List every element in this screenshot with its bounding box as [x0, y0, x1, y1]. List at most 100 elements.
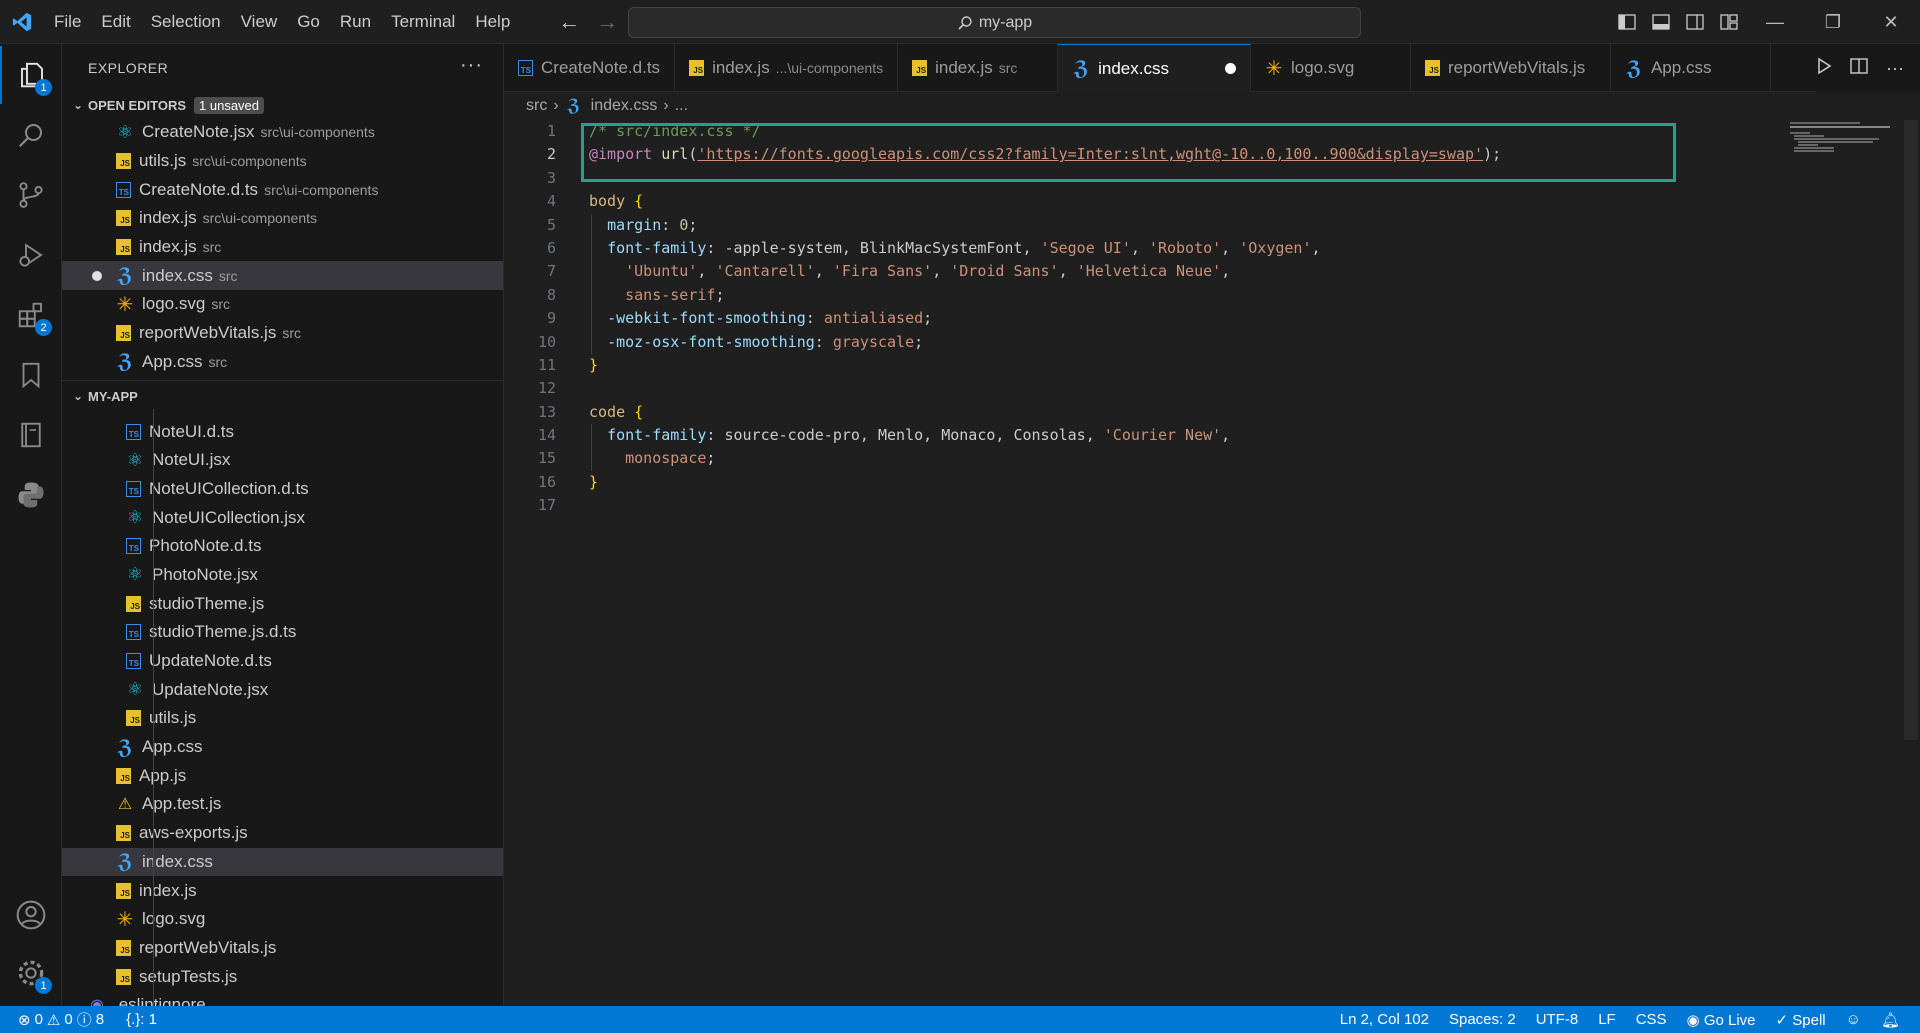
split-editor-icon[interactable] [1850, 57, 1868, 79]
tab-index-css[interactable]: ℨindex.css [1058, 44, 1251, 92]
manage-gear-icon[interactable]: 1 [0, 944, 62, 1002]
brace-status[interactable]: {.}: 1 [126, 1011, 157, 1028]
list-item[interactable]: JS utils.js src\ui-components [62, 147, 503, 176]
tab-app-css[interactable]: ℨ App.css [1611, 44, 1771, 92]
list-item[interactable]: JS utils.js [62, 704, 503, 733]
tab-index-js[interactable]: JS index.js src [898, 44, 1059, 92]
cursor-position[interactable]: Ln 2, Col 102 [1340, 1011, 1429, 1028]
list-item[interactable]: ℨindex.css src [62, 261, 503, 291]
code-line-6[interactable]: font-family: -apple-system, BlinkMacSyst… [589, 236, 1501, 261]
minimize-icon[interactable]: — [1746, 0, 1804, 44]
python-icon[interactable] [0, 466, 62, 524]
vertical-scrollbar[interactable] [1904, 120, 1918, 740]
run-debug-icon[interactable] [0, 226, 62, 284]
toggle-primary-sidebar-icon[interactable] [1610, 0, 1644, 44]
list-item[interactable]: JS studioTheme.js [62, 589, 503, 618]
code-line-17[interactable] [589, 494, 1501, 517]
list-item[interactable]: ⚛ NoteUICollection.jsx [62, 503, 503, 532]
list-item[interactable]: ⚛ PhotoNote.jsx [62, 561, 503, 590]
list-item[interactable]: ℨ App.css src [62, 348, 503, 377]
list-item[interactable]: JS setupTests.js [62, 962, 503, 991]
breadcrumb-file[interactable]: index.css [591, 97, 658, 115]
code-line-9[interactable]: -webkit-font-smoothing: antialiased; [589, 307, 1501, 331]
menu-go[interactable]: Go [287, 0, 330, 44]
unsaved-dot-icon[interactable] [92, 270, 102, 281]
menu-view[interactable]: View [231, 0, 288, 44]
menu-selection[interactable]: Selection [141, 0, 231, 44]
code-line-12[interactable] [589, 377, 1501, 400]
explorer-icon[interactable]: 1 [0, 46, 62, 104]
close-icon[interactable]: ✕ [1862, 0, 1920, 44]
list-item[interactable]: ✳ logo.svg src [62, 290, 503, 319]
tab-createnote-d-ts[interactable]: TS CreateNote.d.ts [504, 44, 676, 92]
menu-help[interactable]: Help [465, 0, 520, 44]
source-control-icon[interactable] [0, 166, 62, 224]
bookmark-icon[interactable] [0, 346, 62, 404]
code-line-14[interactable]: font-family: source-code-pro, Menlo, Mon… [589, 424, 1501, 448]
language-mode[interactable]: CSS [1636, 1011, 1667, 1028]
toggle-secondary-sidebar-icon[interactable] [1678, 0, 1712, 44]
restore-icon[interactable]: ❐ [1804, 0, 1862, 44]
notifications-bell-icon[interactable]: 🔔︎ [1881, 1011, 1900, 1029]
customize-layout-icon[interactable] [1712, 0, 1746, 44]
list-item[interactable]: ⚛ CreateNote.jsx src\ui-components [62, 118, 503, 147]
list-item[interactable]: JS reportWebVitals.js [62, 934, 503, 963]
tab-index-js[interactable]: JS index.js ...\ui-components [675, 44, 899, 92]
end-of-line[interactable]: LF [1598, 1011, 1616, 1028]
list-item[interactable]: JS index.js src [62, 233, 503, 262]
spell-check-button[interactable]: ✓ Spell [1776, 1011, 1826, 1029]
code-line-13[interactable]: code { [589, 401, 1501, 424]
indent-spaces[interactable]: Spaces: 2 [1449, 1011, 1516, 1028]
list-item[interactable]: TS PhotoNote.d.ts [62, 532, 503, 561]
tab-reportwebvitals-js[interactable]: JS reportWebVitals.js [1411, 44, 1611, 92]
unsaved-dot-icon[interactable] [1224, 63, 1236, 74]
code-line-11[interactable]: } [589, 354, 1501, 377]
extensions-icon[interactable]: 2 [0, 286, 62, 344]
accounts-icon[interactable] [0, 886, 62, 944]
list-item[interactable]: JS reportWebVitals.js src [62, 319, 503, 348]
breadcrumb-more[interactable]: ... [675, 97, 688, 115]
project-header[interactable]: ⌄ MY-APP [62, 383, 503, 409]
notebook-icon[interactable] [0, 406, 62, 464]
list-item[interactable]: JS index.js [62, 876, 503, 905]
minimap[interactable] [1790, 120, 1900, 180]
search-view-icon[interactable] [0, 106, 62, 164]
list-item[interactable]: TS NoteUICollection.d.ts [62, 475, 503, 504]
list-item[interactable]: TS CreateNote.d.ts src\ui-components [62, 175, 503, 204]
code-editor[interactable]: 1 2 3 4 5 6 7 8 9 10 11 12 13 14 15 16 17 /* src/index.c… [504, 120, 1904, 1006]
code-line-4[interactable]: body { [589, 190, 1501, 213]
list-item[interactable]: ℨindex.css [62, 847, 503, 877]
menu-file[interactable]: File [44, 0, 91, 44]
list-item[interactable]: ⚛ UpdateNote.jsx [62, 675, 503, 704]
code-line-15[interactable]: monospace; [589, 447, 1501, 471]
list-item-eslintignore[interactable]: ◉ .eslintignore [62, 991, 503, 1006]
list-item[interactable]: ⚠ App.test.js [62, 790, 503, 819]
run-icon[interactable] [1816, 57, 1832, 80]
list-item[interactable]: TS UpdateNote.d.ts [62, 647, 503, 676]
open-editors-header[interactable]: ⌄ OPEN EDITORS 1 unsaved [62, 92, 503, 118]
list-item[interactable]: TS NoteUI.d.ts [62, 417, 503, 446]
go-live-button[interactable]: ◉ Go Live [1687, 1011, 1756, 1029]
list-item[interactable]: JS aws-exports.js [62, 819, 503, 848]
file-encoding[interactable]: UTF-8 [1536, 1011, 1579, 1028]
feedback-icon[interactable]: ☺ [1846, 1011, 1861, 1028]
list-item[interactable]: ℨ App.css [62, 733, 503, 762]
forward-arrow-icon[interactable]: → [596, 9, 618, 35]
list-item[interactable]: TS studioTheme.js.d.ts [62, 618, 503, 647]
more-tab-actions-icon[interactable]: ··· [1886, 58, 1904, 79]
menu-edit[interactable]: Edit [91, 0, 140, 44]
code-line-16[interactable]: } [589, 471, 1501, 494]
list-item[interactable]: ✳ logo.svg [62, 905, 503, 934]
menu-terminal[interactable]: Terminal [381, 0, 465, 44]
code-line-10[interactable]: -moz-osx-font-smoothing: grayscale; [589, 330, 1501, 354]
menu-run[interactable]: Run [330, 0, 381, 44]
list-item[interactable]: JS index.js src\ui-components [62, 204, 503, 233]
code-line-7[interactable]: 'Ubuntu', 'Cantarell', 'Fira Sans', 'Dro… [589, 260, 1501, 284]
breadcrumb-folder[interactable]: src [526, 97, 547, 115]
back-arrow-icon[interactable]: ← [558, 9, 580, 35]
list-item[interactable]: JS App.js [62, 761, 503, 790]
more-actions-icon[interactable]: ··· [460, 54, 483, 77]
code-line-5[interactable]: margin: 0; [589, 213, 1501, 237]
tab-logo-svg[interactable]: ✳ logo.svg [1251, 44, 1411, 92]
list-item[interactable]: ⚛ NoteUI.jsx [62, 446, 503, 475]
